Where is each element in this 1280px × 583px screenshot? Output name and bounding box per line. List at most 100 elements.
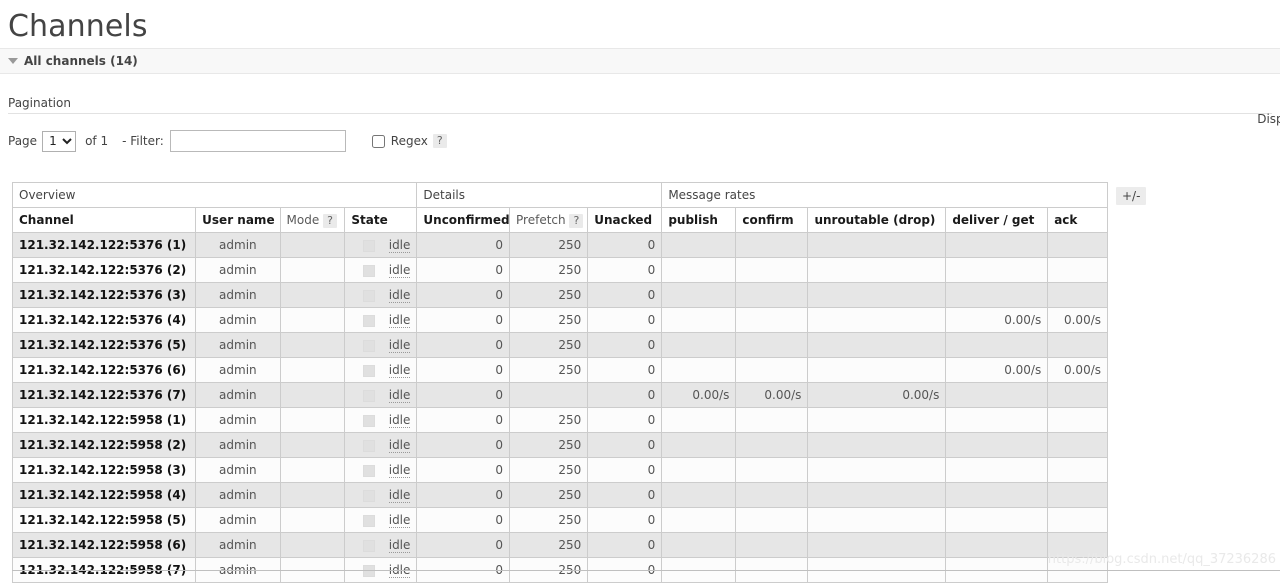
state-label[interactable]: idle <box>388 363 411 378</box>
group-header-row: Overview Details Message rates <box>11 182 1108 208</box>
cell-channel: 121.32.142.122:5958 (3) <box>11 457 197 483</box>
cell-unroutable-drop <box>807 532 947 558</box>
state-indicator-icon <box>362 414 375 427</box>
state-label[interactable]: idle <box>388 463 411 478</box>
channel-link[interactable]: 121.32.142.122:5958 (2) <box>19 438 186 452</box>
prefetch-help-icon[interactable]: ? <box>569 214 584 228</box>
column-header-user-name[interactable]: User name <box>195 207 281 233</box>
filter-input[interactable] <box>169 130 346 152</box>
channel-link[interactable]: 121.32.142.122:5376 (2) <box>19 263 186 277</box>
cell-confirm <box>735 282 809 308</box>
cell-confirm <box>735 507 809 533</box>
cell-state: idle <box>344 482 418 508</box>
cell-state: idle <box>344 257 418 283</box>
state-label[interactable]: idle <box>388 413 411 428</box>
cell-deliver-get <box>945 407 1049 433</box>
channel-link[interactable]: 121.32.142.122:5958 (4) <box>19 488 186 502</box>
state-label[interactable]: idle <box>388 438 411 453</box>
cell-ack <box>1047 507 1108 533</box>
cell-confirm <box>735 457 809 483</box>
cell-unacked: 0 <box>587 257 663 283</box>
cell-unacked: 0 <box>587 282 663 308</box>
column-header-publish[interactable]: publish <box>661 207 737 233</box>
state-label[interactable]: idle <box>388 338 411 353</box>
state-label[interactable]: idle <box>388 388 411 403</box>
table-row: 121.32.142.122:5376 (7) admin idle 0 0 0.00/s… <box>11 382 1108 408</box>
channel-link[interactable]: 121.32.142.122:5958 (5) <box>19 513 186 527</box>
channel-link[interactable]: 121.32.142.122:5958 (3) <box>19 463 186 477</box>
channel-link[interactable]: 121.32.142.122:5376 (3) <box>19 288 186 302</box>
cell-user-name: admin <box>195 332 281 358</box>
cell-deliver-get <box>945 232 1049 258</box>
table-row: 121.32.142.122:5376 (4) admin idle 0 250 0 0.0… <box>11 307 1108 333</box>
cell-publish <box>661 232 737 258</box>
cell-prefetch: 250 <box>509 532 589 558</box>
cell-ack <box>1047 457 1108 483</box>
channel-link[interactable]: 121.32.142.122:5376 (5) <box>19 338 186 352</box>
toggle-columns-button[interactable]: +/- <box>1116 187 1147 205</box>
cell-publish: 0.00/s <box>661 382 737 408</box>
cell-unconfirmed: 0 <box>416 407 511 433</box>
page-select[interactable]: 1 <box>42 130 77 152</box>
cell-confirm <box>735 357 809 383</box>
column-header-deliver-get[interactable]: deliver / get <box>945 207 1049 233</box>
table-row: 121.32.142.122:5376 (1) admin idle 0 250 0 <box>11 232 1108 258</box>
column-header-prefetch[interactable]: Prefetch ? <box>509 207 589 233</box>
cell-ack: 0.00/s <box>1047 357 1108 383</box>
column-header-confirm[interactable]: confirm <box>735 207 809 233</box>
cell-unconfirmed: 0 <box>416 332 511 358</box>
column-header-prefetch-label: Prefetch <box>516 213 566 227</box>
chevron-down-icon <box>8 57 18 64</box>
state-indicator-icon <box>362 339 375 352</box>
column-header-mode[interactable]: Mode ? <box>279 207 346 233</box>
cell-deliver-get <box>945 332 1049 358</box>
channel-link[interactable]: 121.32.142.122:5376 (6) <box>19 363 186 377</box>
regex-help-icon[interactable]: ? <box>432 134 447 148</box>
cell-unroutable-drop <box>807 307 947 333</box>
regex-checkbox[interactable] <box>371 134 385 148</box>
cell-prefetch: 250 <box>509 507 589 533</box>
mode-help-icon[interactable]: ? <box>323 214 337 228</box>
column-header-state[interactable]: State <box>344 207 418 233</box>
cell-unroutable-drop <box>807 407 947 433</box>
cell-deliver-get <box>945 457 1049 483</box>
cell-unacked: 0 <box>587 307 663 333</box>
column-header-unconfirmed[interactable]: Unconfirmed <box>416 207 511 233</box>
column-header-unroutable-drop[interactable]: unroutable (drop) <box>807 207 947 233</box>
cell-unacked: 0 <box>587 382 663 408</box>
channel-link[interactable]: 121.32.142.122:5958 (6) <box>19 538 186 552</box>
cell-confirm <box>735 482 809 508</box>
table-row: 121.32.142.122:5376 (5) admin idle 0 250 0 <box>11 332 1108 358</box>
cell-user-name: admin <box>195 382 281 408</box>
group-header-message-rates: Message rates <box>661 182 1108 208</box>
channel-link[interactable]: 121.32.142.122:5376 (7) <box>19 388 186 402</box>
cell-user-name: admin <box>195 357 281 383</box>
state-indicator-icon <box>362 264 375 277</box>
channel-link[interactable]: 121.32.142.122:5376 (4) <box>19 313 186 327</box>
cell-deliver-get <box>945 507 1049 533</box>
channel-link[interactable]: 121.32.142.122:5958 (1) <box>19 413 186 427</box>
cell-mode <box>279 382 346 408</box>
cell-confirm <box>735 257 809 283</box>
cell-channel: 121.32.142.122:5958 (4) <box>11 482 197 508</box>
table-row: 121.32.142.122:5376 (6) admin idle 0 250 0 0.0… <box>11 357 1108 383</box>
state-label[interactable]: idle <box>388 263 411 278</box>
cell-deliver-get <box>945 532 1049 558</box>
state-label[interactable]: idle <box>388 488 411 503</box>
state-label[interactable]: idle <box>388 538 411 553</box>
cell-mode <box>279 357 346 383</box>
cell-unacked: 0 <box>587 332 663 358</box>
cell-ack <box>1047 482 1108 508</box>
cell-unroutable-drop <box>807 232 947 258</box>
column-header-ack[interactable]: ack <box>1047 207 1108 233</box>
bottom-divider <box>12 570 1280 571</box>
all-channels-section-toggle[interactable]: All channels (14) <box>0 48 1280 74</box>
column-header-channel[interactable]: Channel <box>11 207 197 233</box>
state-label[interactable]: idle <box>388 313 411 328</box>
state-label[interactable]: idle <box>388 238 411 253</box>
channel-link[interactable]: 121.32.142.122:5376 (1) <box>19 238 186 252</box>
state-label[interactable]: idle <box>388 288 411 303</box>
state-label[interactable]: idle <box>388 513 411 528</box>
column-header-unacked[interactable]: Unacked <box>587 207 663 233</box>
cell-user-name: admin <box>195 432 281 458</box>
